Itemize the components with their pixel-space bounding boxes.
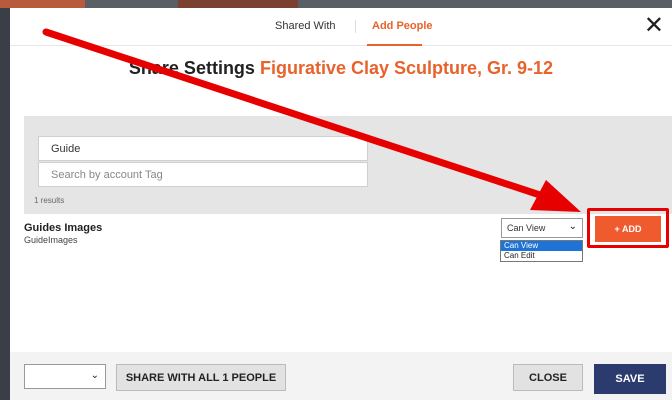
tab-divider: [355, 20, 356, 33]
permission-selected: Can View: [507, 223, 546, 233]
annotation-highlight-box: [587, 208, 669, 248]
chevron-down-icon: ⌄: [568, 221, 577, 232]
chevron-down-icon: ⌄: [90, 370, 99, 381]
tab-add-people[interactable]: Add People: [372, 20, 433, 32]
background-strip: [0, 0, 672, 8]
course-name: Figurative Clay Sculpture, Gr. 9-12: [259, 58, 554, 78]
page-title: Share Settings Figurative Clay Sculpture…: [10, 58, 672, 79]
search-panel: Guide Search by account Tag 1 results: [24, 116, 672, 214]
search-input[interactable]: Guide: [38, 136, 368, 161]
share-scope-select[interactable]: ⌄: [24, 364, 106, 389]
modal-footer: ⌄ SHARE WITH ALL 1 PEOPLE CLOSE SAVE: [10, 352, 672, 400]
close-icon[interactable]: ✕: [644, 14, 664, 38]
save-button[interactable]: SAVE: [594, 364, 666, 394]
background-block: [178, 0, 298, 8]
close-button[interactable]: CLOSE: [513, 364, 583, 391]
share-modal: Shared With Add People ✕ Share Settings …: [10, 8, 672, 400]
option-can-edit[interactable]: Can Edit: [501, 251, 582, 261]
background-block: [0, 0, 85, 8]
tab-shared-with[interactable]: Shared With: [275, 20, 336, 32]
result-name: Guides Images: [24, 222, 103, 234]
account-tag-input[interactable]: Search by account Tag: [38, 162, 368, 187]
modal-header: Shared With Add People ✕: [10, 8, 672, 46]
share-with-all-button[interactable]: SHARE WITH ALL 1 PEOPLE: [116, 364, 286, 391]
permission-dropdown: Can View Can Edit: [500, 240, 583, 262]
result-account: GuideImages: [24, 235, 78, 245]
permission-select[interactable]: Can View ⌄: [501, 218, 583, 238]
background-left-edge: [0, 8, 10, 400]
title-prefix: Share Settings: [128, 58, 255, 78]
results-count: 1 results: [34, 196, 65, 205]
active-tab-indicator: [367, 44, 422, 46]
option-can-view[interactable]: Can View: [501, 241, 582, 251]
